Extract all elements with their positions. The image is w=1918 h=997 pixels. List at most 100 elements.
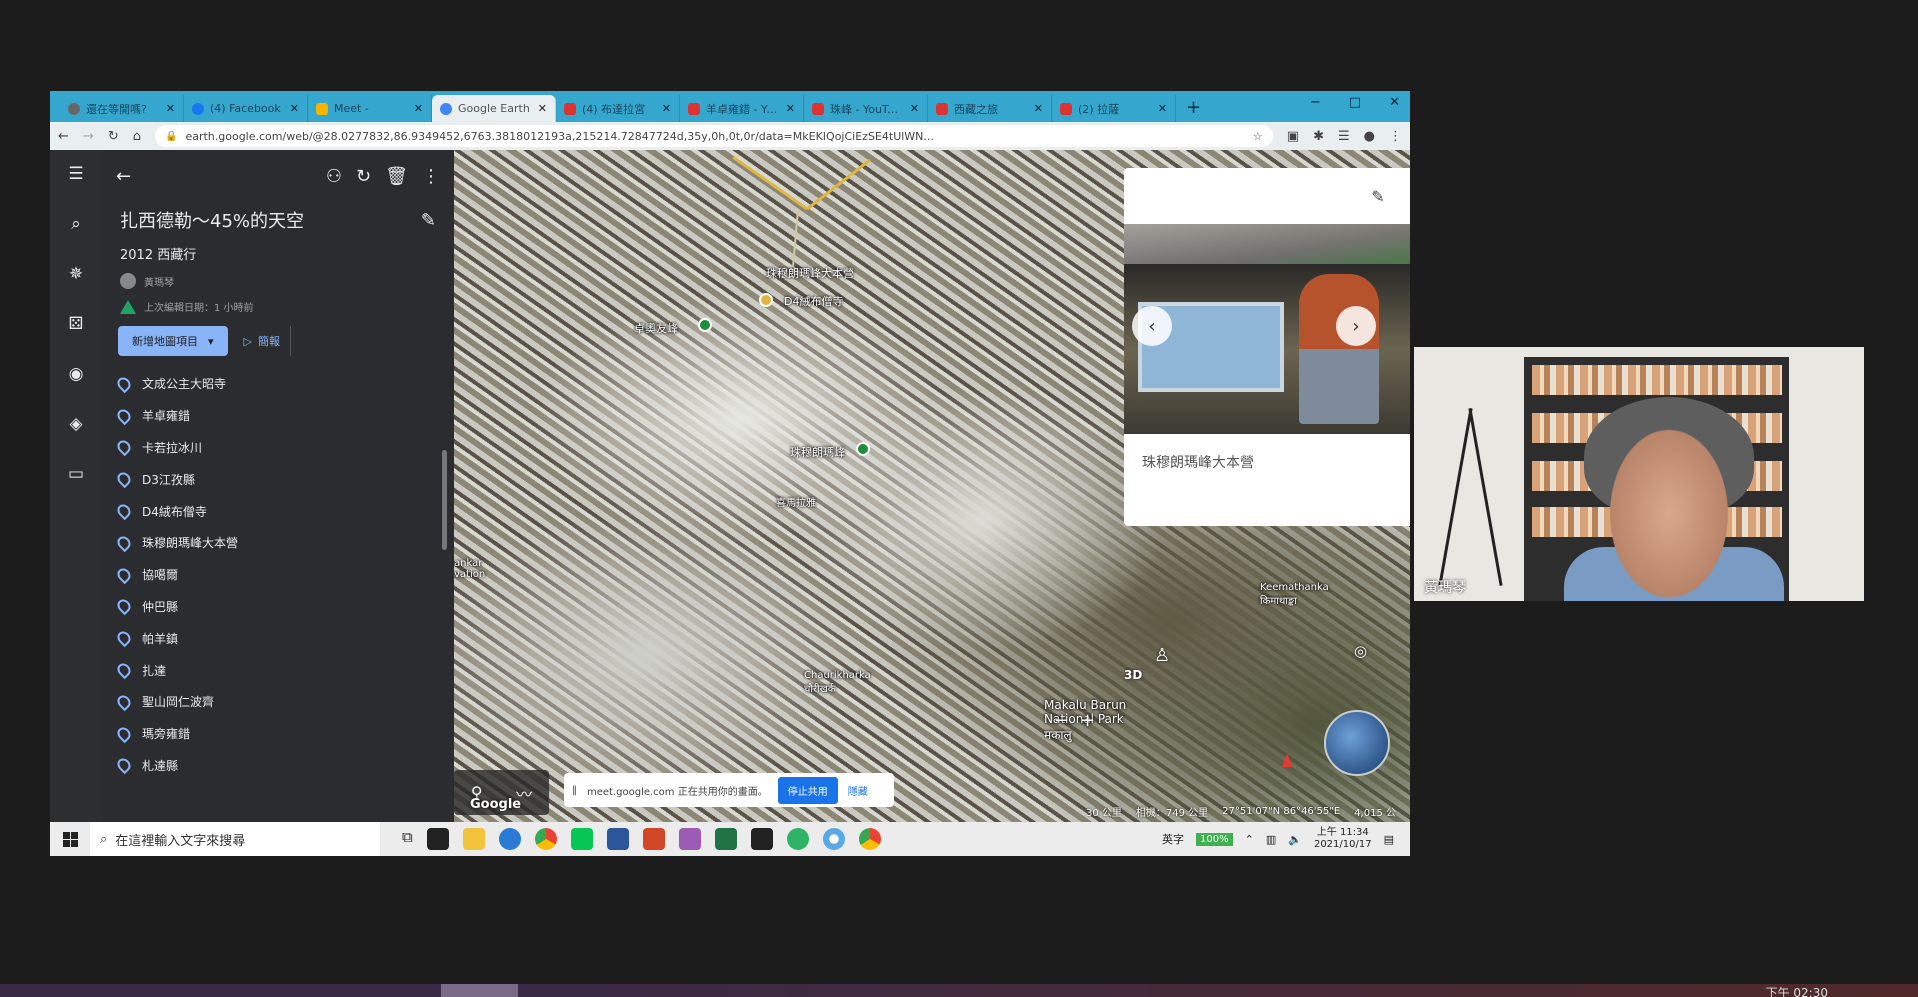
browser-icon[interactable] <box>822 828 845 850</box>
edit-pencil-icon[interactable]: ✎ <box>1371 187 1384 206</box>
voyager-icon[interactable]: ✵ <box>69 264 83 284</box>
task-view-icon[interactable]: ⧉ <box>402 828 413 850</box>
map-label[interactable]: D4絨布僧寺 <box>784 293 843 309</box>
ime-indicator[interactable]: 英字 <box>1162 831 1184 847</box>
volume-icon[interactable]: 🔈 <box>1288 833 1302 846</box>
excel-icon[interactable] <box>714 828 737 850</box>
placemark-marker[interactable] <box>759 293 773 307</box>
feature-item[interactable]: 帕羊鎮 <box>102 622 454 654</box>
extension-icon[interactable]: ▣ <box>1287 129 1299 144</box>
back-arrow-icon[interactable]: ← <box>58 129 69 144</box>
zoom-out-button[interactable]: − <box>1054 710 1069 731</box>
feature-item[interactable]: 札達縣 <box>102 750 454 782</box>
pegman-icon[interactable]: ♙ <box>1154 645 1170 666</box>
feature-item[interactable]: 卡若拉冰川 <box>102 432 454 464</box>
edit-pencil-icon[interactable]: ✎ <box>421 210 436 231</box>
browser-tab[interactable]: 羊卓雍錯 - YouTube ✕ <box>680 95 804 122</box>
minimize-button[interactable]: − <box>1310 95 1321 110</box>
map-label[interactable]: 珠穆朗瑪峰大本營 <box>766 265 854 281</box>
feature-item[interactable]: 仲巴縣 <box>102 591 454 623</box>
close-tab-icon[interactable]: ✕ <box>1158 102 1167 115</box>
feature-item[interactable]: 瑪旁雍錯 <box>102 718 454 750</box>
menu-kebab-icon[interactable]: ⋮ <box>1389 129 1402 144</box>
browser-tab[interactable]: (2) 拉薩 ✕ <box>1052 95 1176 122</box>
hide-banner-button[interactable]: 隱藏 <box>848 783 868 798</box>
chrome-icon[interactable] <box>858 828 881 850</box>
file-explorer-icon[interactable] <box>462 828 485 850</box>
close-tab-icon[interactable]: ✕ <box>910 102 919 115</box>
browser-tab[interactable]: 珠峰 - YouTube ✕ <box>804 95 928 122</box>
compass-icon[interactable] <box>1282 753 1292 767</box>
chevron-up-icon[interactable]: ⌃ <box>1245 833 1254 846</box>
new-feature-button[interactable]: 新增地圖項目 ▾ <box>118 326 228 356</box>
browser-tab[interactable]: (4) Facebook ✕ <box>184 95 308 122</box>
map-label[interactable]: 珠穆朗瑪峰 <box>790 444 845 460</box>
map-label[interactable]: 卓奧友峰 <box>634 320 678 336</box>
close-tab-icon[interactable]: ✕ <box>538 102 547 115</box>
peak-marker[interactable] <box>698 318 712 332</box>
star-icon[interactable]: ☆ <box>1253 130 1263 143</box>
panel-scrollbar[interactable] <box>442 450 447 550</box>
word-icon[interactable] <box>606 828 629 850</box>
edge-icon[interactable] <box>498 828 521 850</box>
more-kebab-icon[interactable]: ⋮ <box>422 166 440 187</box>
peak-marker[interactable] <box>856 442 870 456</box>
participant-video-tile[interactable]: 黃瑪琴 <box>1414 347 1864 601</box>
network-icon[interactable]: ▥ <box>1266 833 1276 846</box>
prev-photo-button[interactable]: ‹ <box>1132 306 1172 346</box>
next-photo-button[interactable]: › <box>1336 306 1376 346</box>
feature-item[interactable]: 扎達 <box>102 654 454 686</box>
feature-item[interactable]: D3江孜縣 <box>102 463 454 495</box>
measure-icon[interactable]: ▭ <box>68 464 84 484</box>
projects-icon[interactable]: ◉ <box>69 364 84 384</box>
hamburger-menu-icon[interactable]: ☰ <box>68 164 83 184</box>
reading-list-icon[interactable]: ☰ <box>1338 129 1350 144</box>
browser-tab[interactable]: 還在等開嗎? ✕ <box>60 95 184 122</box>
zoom-in-button[interactable]: + <box>1080 710 1095 731</box>
browser-tab-active[interactable]: Google Earth ✕ <box>432 95 556 122</box>
browser-tab[interactable]: Meet - ✕ <box>308 95 432 122</box>
close-tab-icon[interactable]: ✕ <box>662 102 671 115</box>
maximize-button[interactable]: □ <box>1349 95 1361 110</box>
stop-sharing-button[interactable]: 停止共用 <box>777 776 838 804</box>
taskbar-search[interactable]: ⌕ 在這裡輸入文字來搜尋 <box>90 822 380 856</box>
browser-tab[interactable]: 西藏之旅 ✕ <box>928 95 1052 122</box>
close-icon[interactable]: ✕ <box>1409 187 1410 206</box>
notification-icon[interactable]: ▤ <box>1384 833 1394 846</box>
share-person-icon[interactable]: ⚇ <box>326 166 342 187</box>
my-location-icon[interactable]: ◎ <box>1354 642 1367 660</box>
acrobat-icon[interactable] <box>750 828 773 850</box>
search-icon[interactable]: ⌕ <box>71 214 81 234</box>
earth-map-view[interactable]: 珠穆朗瑪峰大本營 D4絨布僧寺 卓奧友峰 珠穆朗瑪峰 喜馬拉雅 ankar va… <box>454 150 1410 822</box>
feature-item[interactable]: 聖山岡仁波齊 <box>102 686 454 718</box>
app-icon[interactable] <box>426 828 449 850</box>
line-icon[interactable] <box>570 828 593 850</box>
3d-toggle[interactable]: 3D <box>1124 668 1142 682</box>
close-tab-icon[interactable]: ✕ <box>786 102 795 115</box>
powerpoint-icon[interactable] <box>642 828 665 850</box>
present-button[interactable]: ▷ 簡報 <box>244 326 291 356</box>
close-tab-icon[interactable]: ✕ <box>290 102 299 115</box>
puzzle-icon[interactable]: ✱ <box>1313 129 1324 144</box>
feature-item[interactable]: D4絨布僧寺 <box>102 495 454 527</box>
feeling-lucky-icon[interactable]: ⚄ <box>69 314 84 334</box>
forward-arrow-icon[interactable]: → <box>83 129 94 144</box>
paint-icon[interactable] <box>678 828 701 850</box>
sync-icon[interactable]: ↻ <box>356 166 371 187</box>
feature-item[interactable]: 珠穆朗瑪峰大本營 <box>102 527 454 559</box>
browser-tab[interactable]: (4) 布達拉宮 ✕ <box>556 95 680 122</box>
back-arrow-icon[interactable]: ← <box>116 166 131 187</box>
close-tab-icon[interactable]: ✕ <box>1034 102 1043 115</box>
feature-item[interactable]: 羊卓雍錯 <box>102 400 454 432</box>
feature-item[interactable]: 文成公主大昭寺 <box>102 368 454 400</box>
new-tab-button[interactable]: + <box>1176 97 1211 122</box>
wechat-icon[interactable] <box>786 828 809 850</box>
mini-globe[interactable] <box>1324 710 1390 776</box>
home-icon[interactable]: ⌂ <box>133 129 141 144</box>
trash-icon[interactable]: 🗑 <box>385 166 408 187</box>
profile-avatar[interactable]: ● <box>1364 129 1375 144</box>
taskbar-clock[interactable]: 上午 11:34 2021/10/17 <box>1314 827 1372 851</box>
close-tab-icon[interactable]: ✕ <box>166 102 175 115</box>
reload-icon[interactable]: ↻ <box>108 129 119 144</box>
feature-item[interactable]: 協噶爾 <box>102 559 454 591</box>
